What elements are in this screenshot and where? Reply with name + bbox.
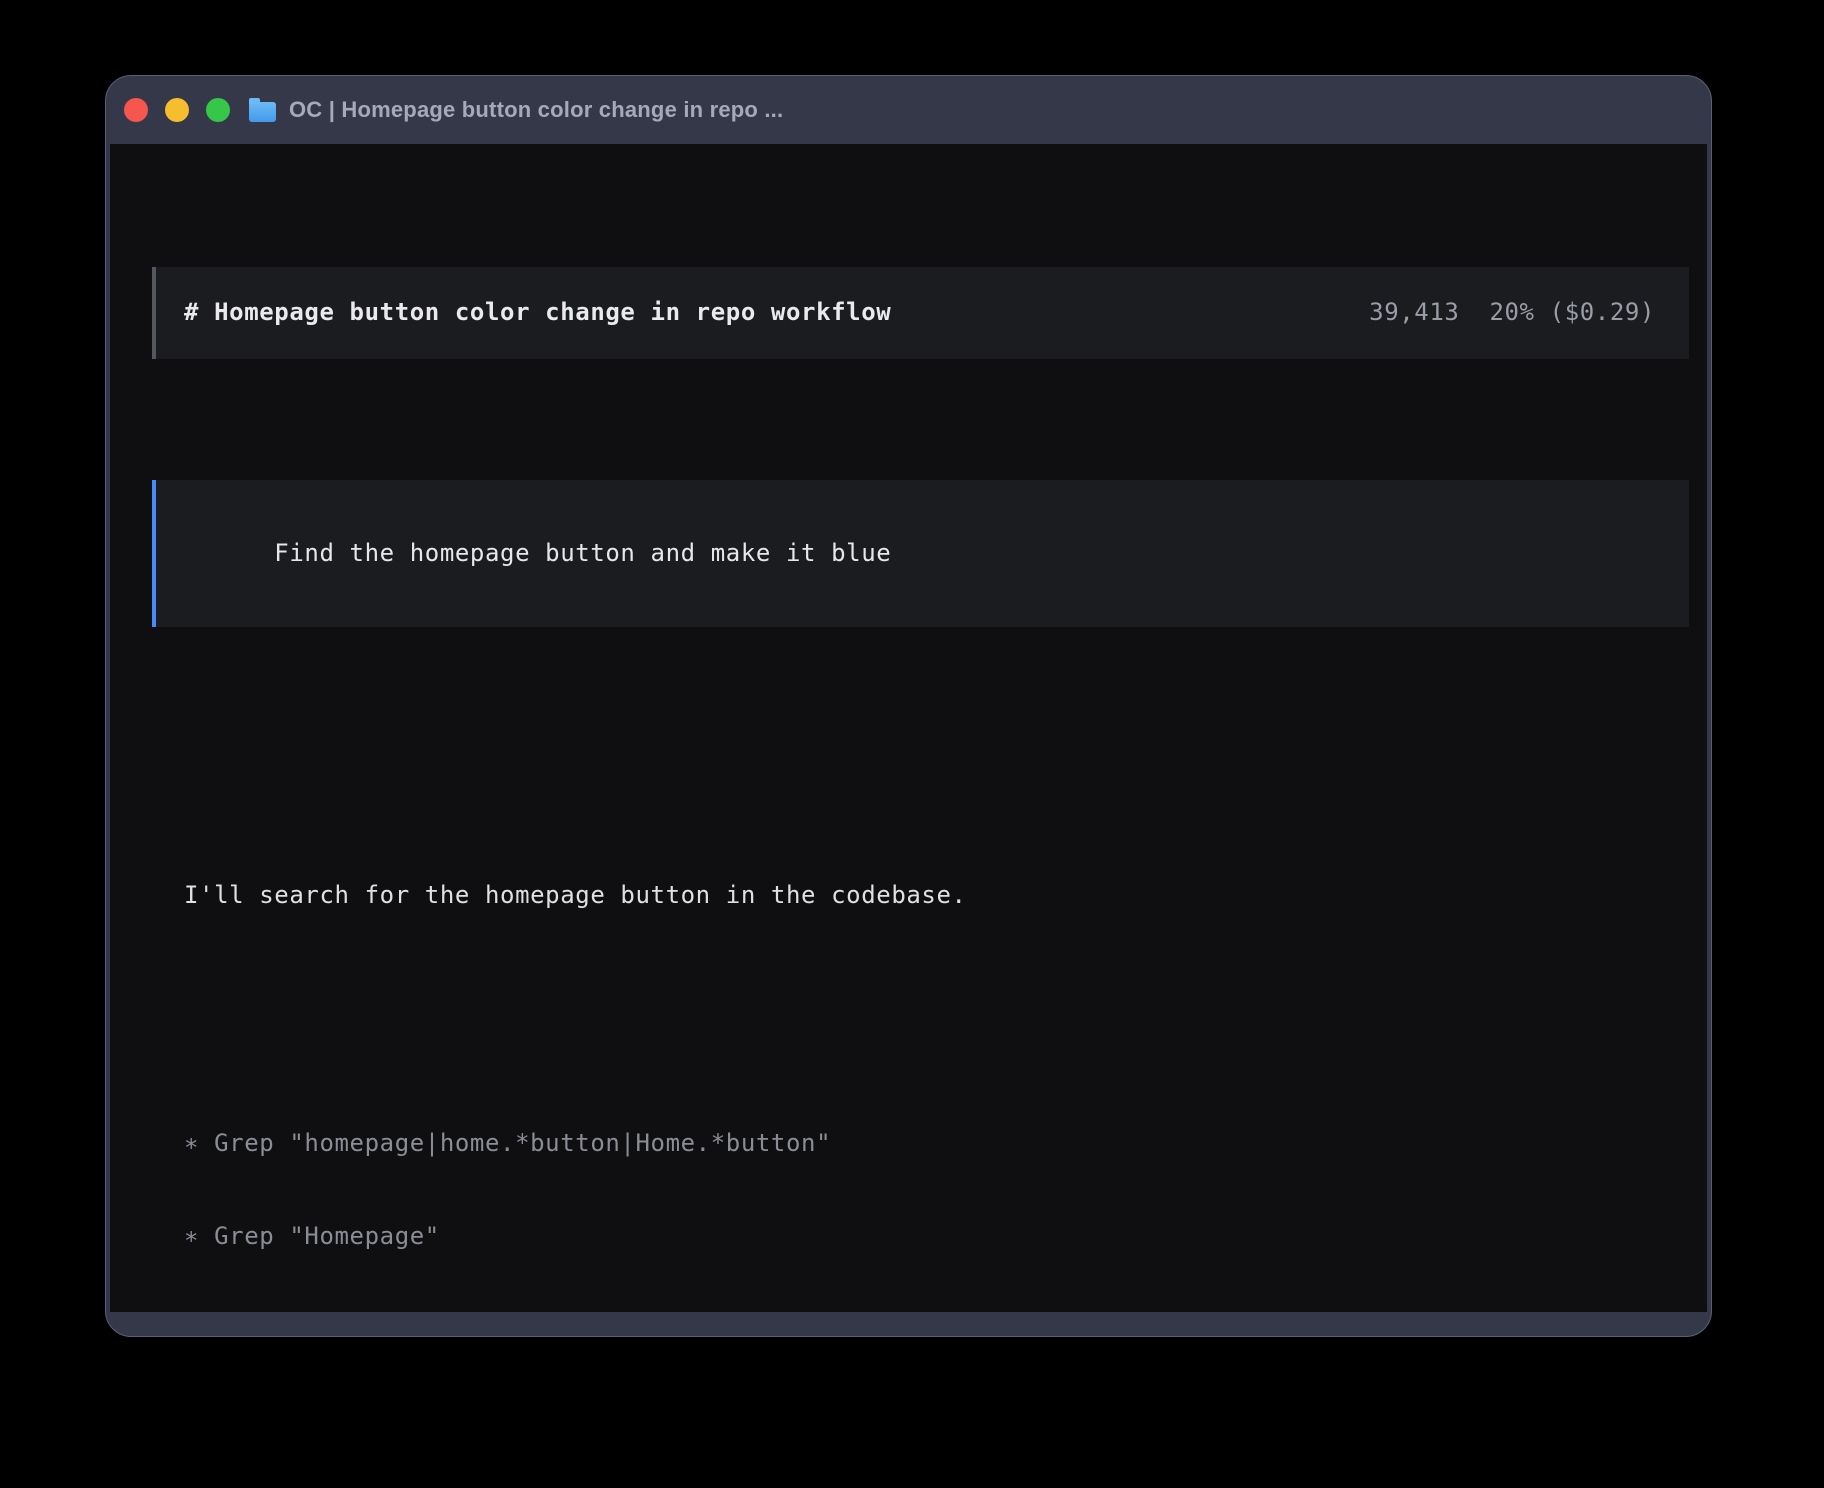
session-stats: 39,413 20% ($0.29) — [1369, 297, 1655, 328]
terminal-window: OC | Homepage button color change in rep… — [105, 75, 1712, 1337]
terminal-content: # Homepage button color change in repo w… — [110, 144, 1707, 1312]
folder-icon — [249, 102, 276, 122]
window-titlebar[interactable]: OC | Homepage button color change in rep… — [106, 76, 1711, 144]
session-title: # Homepage button color change in repo w… — [184, 297, 891, 328]
close-button[interactable] — [124, 98, 148, 122]
tool-call-grep: ∗ Grep "Homepage" — [184, 1221, 1689, 1252]
user-message: Find the homepage button and make it blu… — [152, 480, 1689, 627]
assistant-paragraph: I'll search for the homepage button in t… — [184, 818, 1689, 973]
tool-call-grep: ∗ Grep "homepage|home.*button|Home.*butt… — [184, 1128, 1689, 1159]
zoom-button[interactable] — [206, 98, 230, 122]
window-title: OC | Homepage button color change in rep… — [289, 97, 783, 123]
assistant-text: I'll search for the homepage button in t… — [184, 880, 1689, 911]
traffic-lights — [124, 98, 230, 122]
minimize-button[interactable] — [165, 98, 189, 122]
context-cost: 20% ($0.29) — [1489, 298, 1655, 326]
tool-call-group: ∗ Grep "homepage|home.*button|Home.*butt… — [184, 1066, 1689, 1312]
token-count: 39,413 — [1369, 298, 1459, 326]
user-message-text: Find the homepage button and make it blu… — [274, 539, 891, 567]
session-header: # Homepage button color change in repo w… — [152, 267, 1689, 359]
assistant-transcript: I'll search for the homepage button in t… — [152, 756, 1689, 1312]
